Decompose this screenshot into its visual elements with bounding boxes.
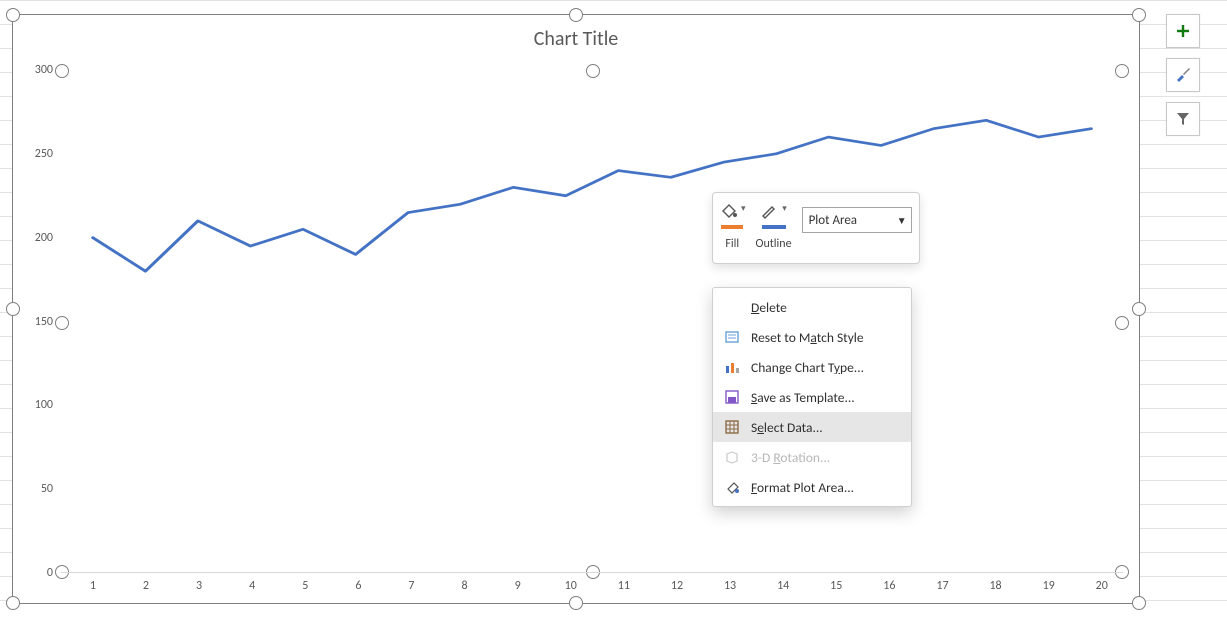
x-tick-15: 15 [830, 579, 842, 593]
x-tick-3: 3 [196, 579, 202, 593]
chart-elements-button[interactable] [1166, 14, 1200, 48]
x-tick-12: 12 [671, 579, 683, 593]
x-tick-11: 11 [618, 579, 630, 593]
x-tick-14: 14 [777, 579, 789, 593]
y-tick-1: 50 [41, 482, 53, 496]
x-tick-10: 10 [565, 579, 577, 593]
resize-handle-mr[interactable] [1132, 302, 1146, 316]
menu-item-change-chart-type[interactable]: Change Chart Type... [713, 352, 911, 382]
fill-color-swatch [721, 225, 743, 229]
outline-label: Outline [756, 237, 792, 251]
funnel-icon [1175, 111, 1191, 127]
pencil-icon [760, 201, 780, 221]
x-tick-13: 13 [724, 579, 736, 593]
x-tick-17: 17 [936, 579, 948, 593]
save-template-icon [721, 389, 743, 405]
resize-handle-bl[interactable] [6, 596, 20, 610]
menu-item-save-template[interactable]: Save as Template... [713, 382, 911, 412]
chart-object[interactable]: Chart Title 0 50 100 150 200 250 300 1 2… [12, 14, 1140, 604]
menu-item-label: Select Data... [751, 419, 823, 436]
resize-handle-tl[interactable] [6, 8, 20, 22]
y-tick-0: 0 [47, 566, 53, 580]
x-tick-20: 20 [1096, 579, 1108, 593]
select-data-icon [721, 419, 743, 435]
caret-down-icon: ▼ [897, 214, 907, 227]
menu-item-format-plot-area[interactable]: Format Plot Area... [713, 472, 911, 502]
chart-element-selector-value: Plot Area [809, 213, 857, 228]
outline-split-button[interactable]: ▾ Outline [756, 197, 792, 251]
menu-item-3d-rotation: 3-D Rotation... [713, 442, 911, 472]
format-plot-icon [721, 479, 743, 495]
x-tick-18: 18 [989, 579, 1001, 593]
chart-filter-button[interactable] [1166, 102, 1200, 136]
resize-handle-tm[interactable] [569, 8, 583, 22]
menu-item-label: Reset to Match Style [751, 329, 864, 346]
fill-label: Fill [725, 237, 739, 251]
resize-handle-ml[interactable] [6, 302, 20, 316]
menu-item-reset-style[interactable]: Reset to Match Style [713, 322, 911, 352]
menu-item-label: Change Chart Type... [751, 359, 864, 376]
cube-icon [721, 449, 743, 465]
x-tick-19: 19 [1043, 579, 1055, 593]
resize-handle-br[interactable] [1132, 596, 1146, 610]
x-tick-5: 5 [302, 579, 308, 593]
caret-down-icon: ▾ [741, 203, 746, 214]
chart-title[interactable]: Chart Title [13, 27, 1139, 51]
chart-context-menu: Delete Reset to Match Style Change Chart… [712, 287, 912, 507]
y-tick-5: 250 [35, 147, 53, 161]
menu-item-label: Format Plot Area... [751, 479, 854, 496]
x-tick-8: 8 [462, 579, 468, 593]
paint-bucket-icon [719, 201, 739, 221]
x-tick-2: 2 [143, 579, 149, 593]
resize-handle-tr[interactable] [1132, 8, 1146, 22]
chart-side-buttons [1166, 14, 1200, 136]
series-line[interactable] [61, 70, 1123, 573]
y-tick-4: 200 [35, 231, 53, 245]
chart-styles-button[interactable] [1166, 58, 1200, 92]
menu-item-delete[interactable]: Delete [713, 292, 911, 322]
menu-item-label: Delete [751, 299, 787, 316]
outline-color-swatch [762, 225, 786, 229]
y-tick-2: 100 [35, 398, 53, 412]
y-tick-6: 300 [35, 63, 53, 77]
menu-item-select-data[interactable]: Select Data... [713, 412, 911, 442]
y-tick-3: 150 [35, 315, 53, 329]
chart-type-icon [721, 359, 743, 375]
menu-item-label: Save as Template... [751, 389, 855, 406]
x-tick-1: 1 [90, 579, 96, 593]
brush-icon [1174, 66, 1192, 84]
chart-element-selector[interactable]: Plot Area ▼ [802, 207, 912, 233]
plot-area[interactable]: 0 50 100 150 200 250 300 1 2 3 4 5 6 7 8… [61, 70, 1123, 573]
mini-format-toolbar: ▾ Fill ▾ Outline Plot Area ▼ [712, 192, 920, 264]
menu-item-label: 3-D Rotation... [751, 449, 830, 466]
reset-style-icon [721, 329, 743, 345]
resize-handle-bm[interactable] [569, 596, 583, 610]
plus-icon [1175, 23, 1191, 39]
x-tick-4: 4 [249, 579, 255, 593]
x-tick-7: 7 [408, 579, 414, 593]
fill-split-button[interactable]: ▾ Fill [719, 197, 746, 251]
x-tick-16: 16 [883, 579, 895, 593]
x-tick-6: 6 [355, 579, 361, 593]
caret-down-icon: ▾ [782, 203, 787, 214]
x-tick-9: 9 [515, 579, 521, 593]
